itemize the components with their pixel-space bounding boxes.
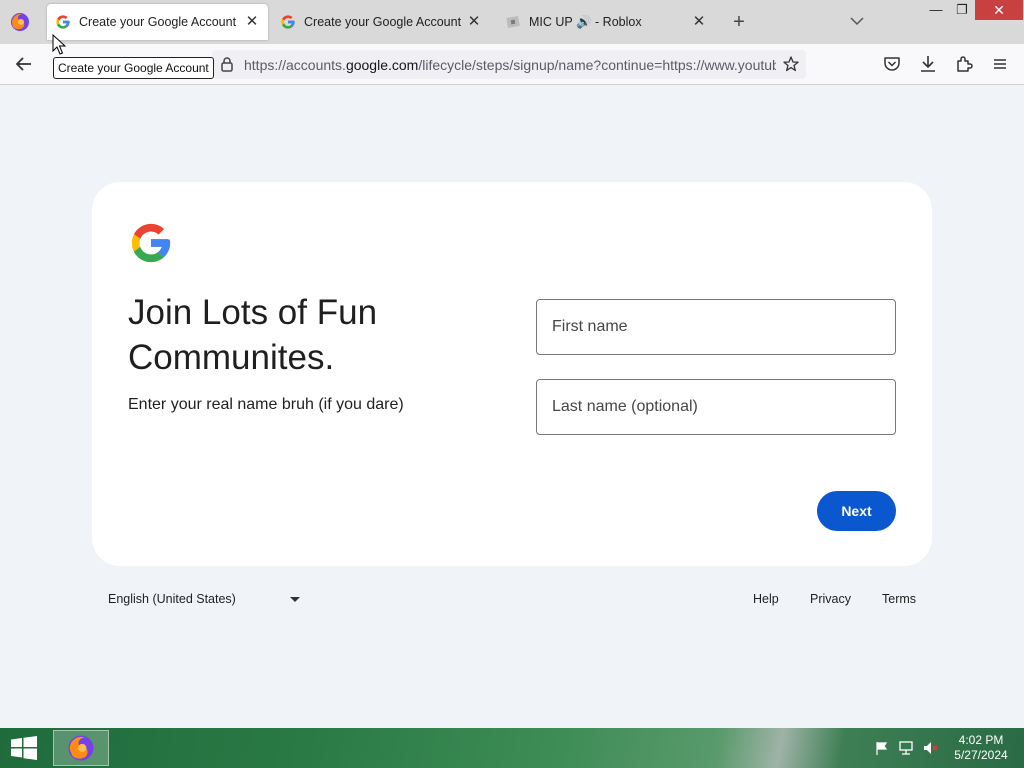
new-tab-icon[interactable]: + [729,12,749,32]
tab-google-account-1[interactable]: Create your Google Account ✕ [47,4,268,40]
firefox-menu-icon[interactable] [8,10,32,34]
clock-time: 4:02 PM [958,733,1004,747]
url-text: https://accounts.google.com/lifecycle/st… [244,56,776,73]
flag-icon[interactable] [874,740,890,756]
extensions-icon[interactable] [952,52,976,76]
page-title: Join Lots of Fun Communites. [128,293,378,377]
language-label: English (United States) [108,592,236,606]
tab-title: MIC UP 🔊 - Roblox [529,14,642,29]
volume-muted-icon[interactable] [922,740,938,756]
next-button[interactable]: Next [817,491,896,531]
close-tab-icon[interactable]: ✕ [244,14,260,30]
tab-title: Create your Google Account [79,15,237,29]
back-arrow-icon[interactable] [12,52,36,76]
privacy-link[interactable]: Privacy [810,592,851,606]
google-g-icon [56,15,70,29]
download-icon[interactable] [916,52,940,76]
lock-icon[interactable] [220,56,234,72]
tab-tooltip: Create your Google Account [53,57,214,79]
page-subtitle: Enter your real name bruh (if you dare) [128,396,404,413]
windows-taskbar: 4:02 PM 5/27/2024 [0,728,1024,768]
google-logo-icon [131,223,171,263]
page-footer: English (United States) Help Privacy Ter… [92,586,932,614]
tab-roblox[interactable]: MIC UP 🔊 - Roblox ✕ [497,4,715,40]
help-link[interactable]: Help [753,592,779,606]
firefox-icon [68,735,94,761]
dropdown-caret-icon [289,596,300,602]
tab-title: Create your Google Account [304,15,462,29]
menu-icon[interactable] [988,52,1012,76]
mouse-cursor-icon [52,34,66,55]
close-window-icon[interactable]: ✕ [975,0,1023,20]
signup-card: Join Lots of Fun Communites. Enter your … [92,182,932,566]
google-g-icon [281,15,295,29]
last-name-input[interactable] [552,380,895,434]
tab-google-account-2[interactable]: Create your Google Account ✕ [272,4,490,40]
terms-link[interactable]: Terms [882,592,916,606]
last-name-field[interactable] [536,379,896,435]
first-name-input[interactable] [552,300,895,354]
first-name-field[interactable] [536,299,896,355]
close-tab-icon[interactable]: ✕ [466,14,482,30]
language-select[interactable]: English (United States) [108,592,300,606]
address-bar[interactable]: https://accounts.google.com/lifecycle/st… [212,50,806,79]
network-icon[interactable] [898,740,914,756]
windows-start-icon[interactable] [10,736,38,760]
system-clock[interactable]: 4:02 PM 5/27/2024 [948,733,1014,763]
minimize-window-icon[interactable]: — [923,0,949,20]
close-tab-icon[interactable]: ✕ [691,14,707,30]
list-all-tabs-icon[interactable] [848,12,866,30]
pocket-icon[interactable] [880,52,904,76]
clock-date: 5/27/2024 [954,748,1008,762]
bookmark-star-icon[interactable] [782,55,800,73]
taskbar-firefox-button[interactable] [53,730,109,766]
restore-window-icon[interactable]: ❐ [949,0,975,20]
tab-strip: Create your Google Account ✕ Create your… [0,0,1024,44]
roblox-icon [506,16,520,28]
